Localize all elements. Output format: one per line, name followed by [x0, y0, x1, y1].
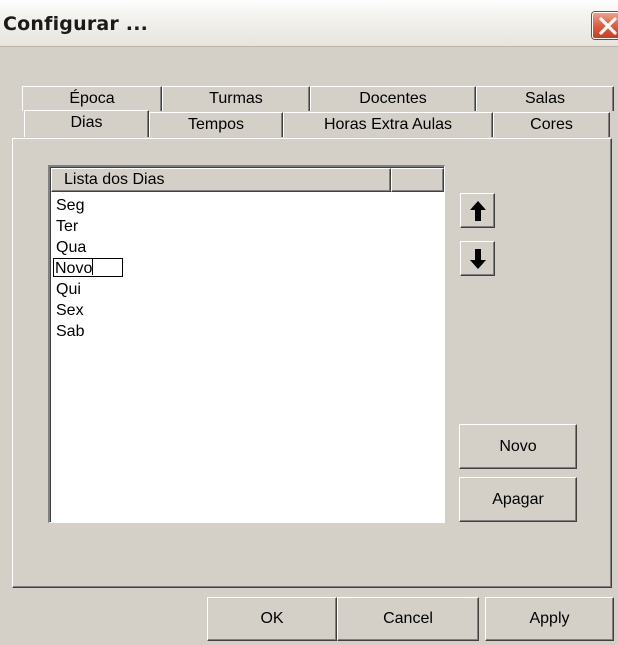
tab-turmas[interactable]: Turmas: [162, 86, 310, 111]
cancel-button[interactable]: Cancel: [337, 597, 479, 641]
tab-docentes[interactable]: Docentes: [310, 86, 476, 111]
tab-salas[interactable]: Salas: [476, 86, 614, 111]
title-bar[interactable]: Configurar ...: [0, 0, 618, 47]
tab-label: Cores: [530, 116, 573, 133]
tab-dias[interactable]: Dias: [24, 110, 149, 137]
close-icon: [599, 17, 617, 35]
tab-cores[interactable]: Cores: [493, 112, 610, 137]
close-button[interactable]: [592, 12, 618, 39]
list-item[interactable]: Sex: [56, 300, 126, 321]
edit-field-text: Novo: [55, 260, 93, 277]
tab-epoca[interactable]: Época: [22, 86, 162, 111]
tab-label: Docentes: [359, 90, 427, 107]
list-item-label: Qua: [56, 239, 87, 256]
move-up-button[interactable]: [460, 193, 495, 228]
tab-label: Época: [69, 90, 115, 107]
list-item[interactable]: Qua: [56, 237, 126, 258]
tab-label: Horas Extra Aulas: [323, 116, 453, 133]
column-header-empty[interactable]: [391, 168, 444, 192]
list-header: Lista dos Dias: [51, 168, 444, 192]
list-item[interactable]: Qui: [56, 279, 126, 300]
apagar-button[interactable]: Apagar: [459, 477, 577, 522]
column-header-lista-dos-dias[interactable]: Lista dos Dias: [51, 168, 391, 192]
dialog-title: Configurar ...: [3, 13, 149, 35]
button-label: Cancel: [383, 610, 433, 627]
tab-label: Tempos: [187, 116, 245, 133]
list-item[interactable]: Seg: [56, 195, 126, 216]
list-item-label: Sab: [56, 323, 85, 340]
arrow-down-icon: [470, 249, 486, 269]
button-label: Apply: [529, 610, 570, 627]
item-edit-field[interactable]: Novo: [53, 258, 123, 277]
tab-horas-extra-aulas[interactable]: Horas Extra Aulas: [283, 112, 493, 137]
tab-label: Salas: [524, 90, 566, 107]
list-item-label: Sex: [56, 302, 84, 319]
tab-label: Turmas: [209, 90, 263, 107]
list-item[interactable]: Sab: [56, 321, 126, 342]
button-label: OK: [260, 610, 284, 627]
tab-tempos[interactable]: Tempos: [149, 112, 283, 137]
ok-button[interactable]: OK: [207, 597, 337, 641]
move-down-button[interactable]: [460, 241, 495, 276]
configurar-dialog: Configurar ... Época Turmas Docentes Sal…: [0, 0, 618, 645]
list-item-label: Ter: [56, 218, 79, 235]
button-label: Apagar: [492, 491, 544, 508]
text-caret: [92, 259, 94, 275]
column-header-label: Lista dos Dias: [64, 171, 165, 188]
arrow-up-icon: [470, 201, 486, 221]
list-item-label: Seg: [56, 197, 85, 214]
list-item[interactable]: Ter: [56, 216, 126, 237]
list-item-label: Qui: [56, 281, 81, 298]
list-item-editing[interactable]: Novo: [53, 258, 126, 279]
apply-button[interactable]: Apply: [485, 597, 614, 641]
days-list[interactable]: Lista dos Dias Seg Ter Qua Novo Qui Sex …: [48, 165, 445, 523]
novo-button[interactable]: Novo: [459, 424, 577, 469]
button-label: Novo: [499, 438, 537, 455]
tab-label: Dias: [70, 114, 103, 131]
list-items: Seg Ter Qua Novo Qui Sex Sab: [53, 195, 126, 342]
